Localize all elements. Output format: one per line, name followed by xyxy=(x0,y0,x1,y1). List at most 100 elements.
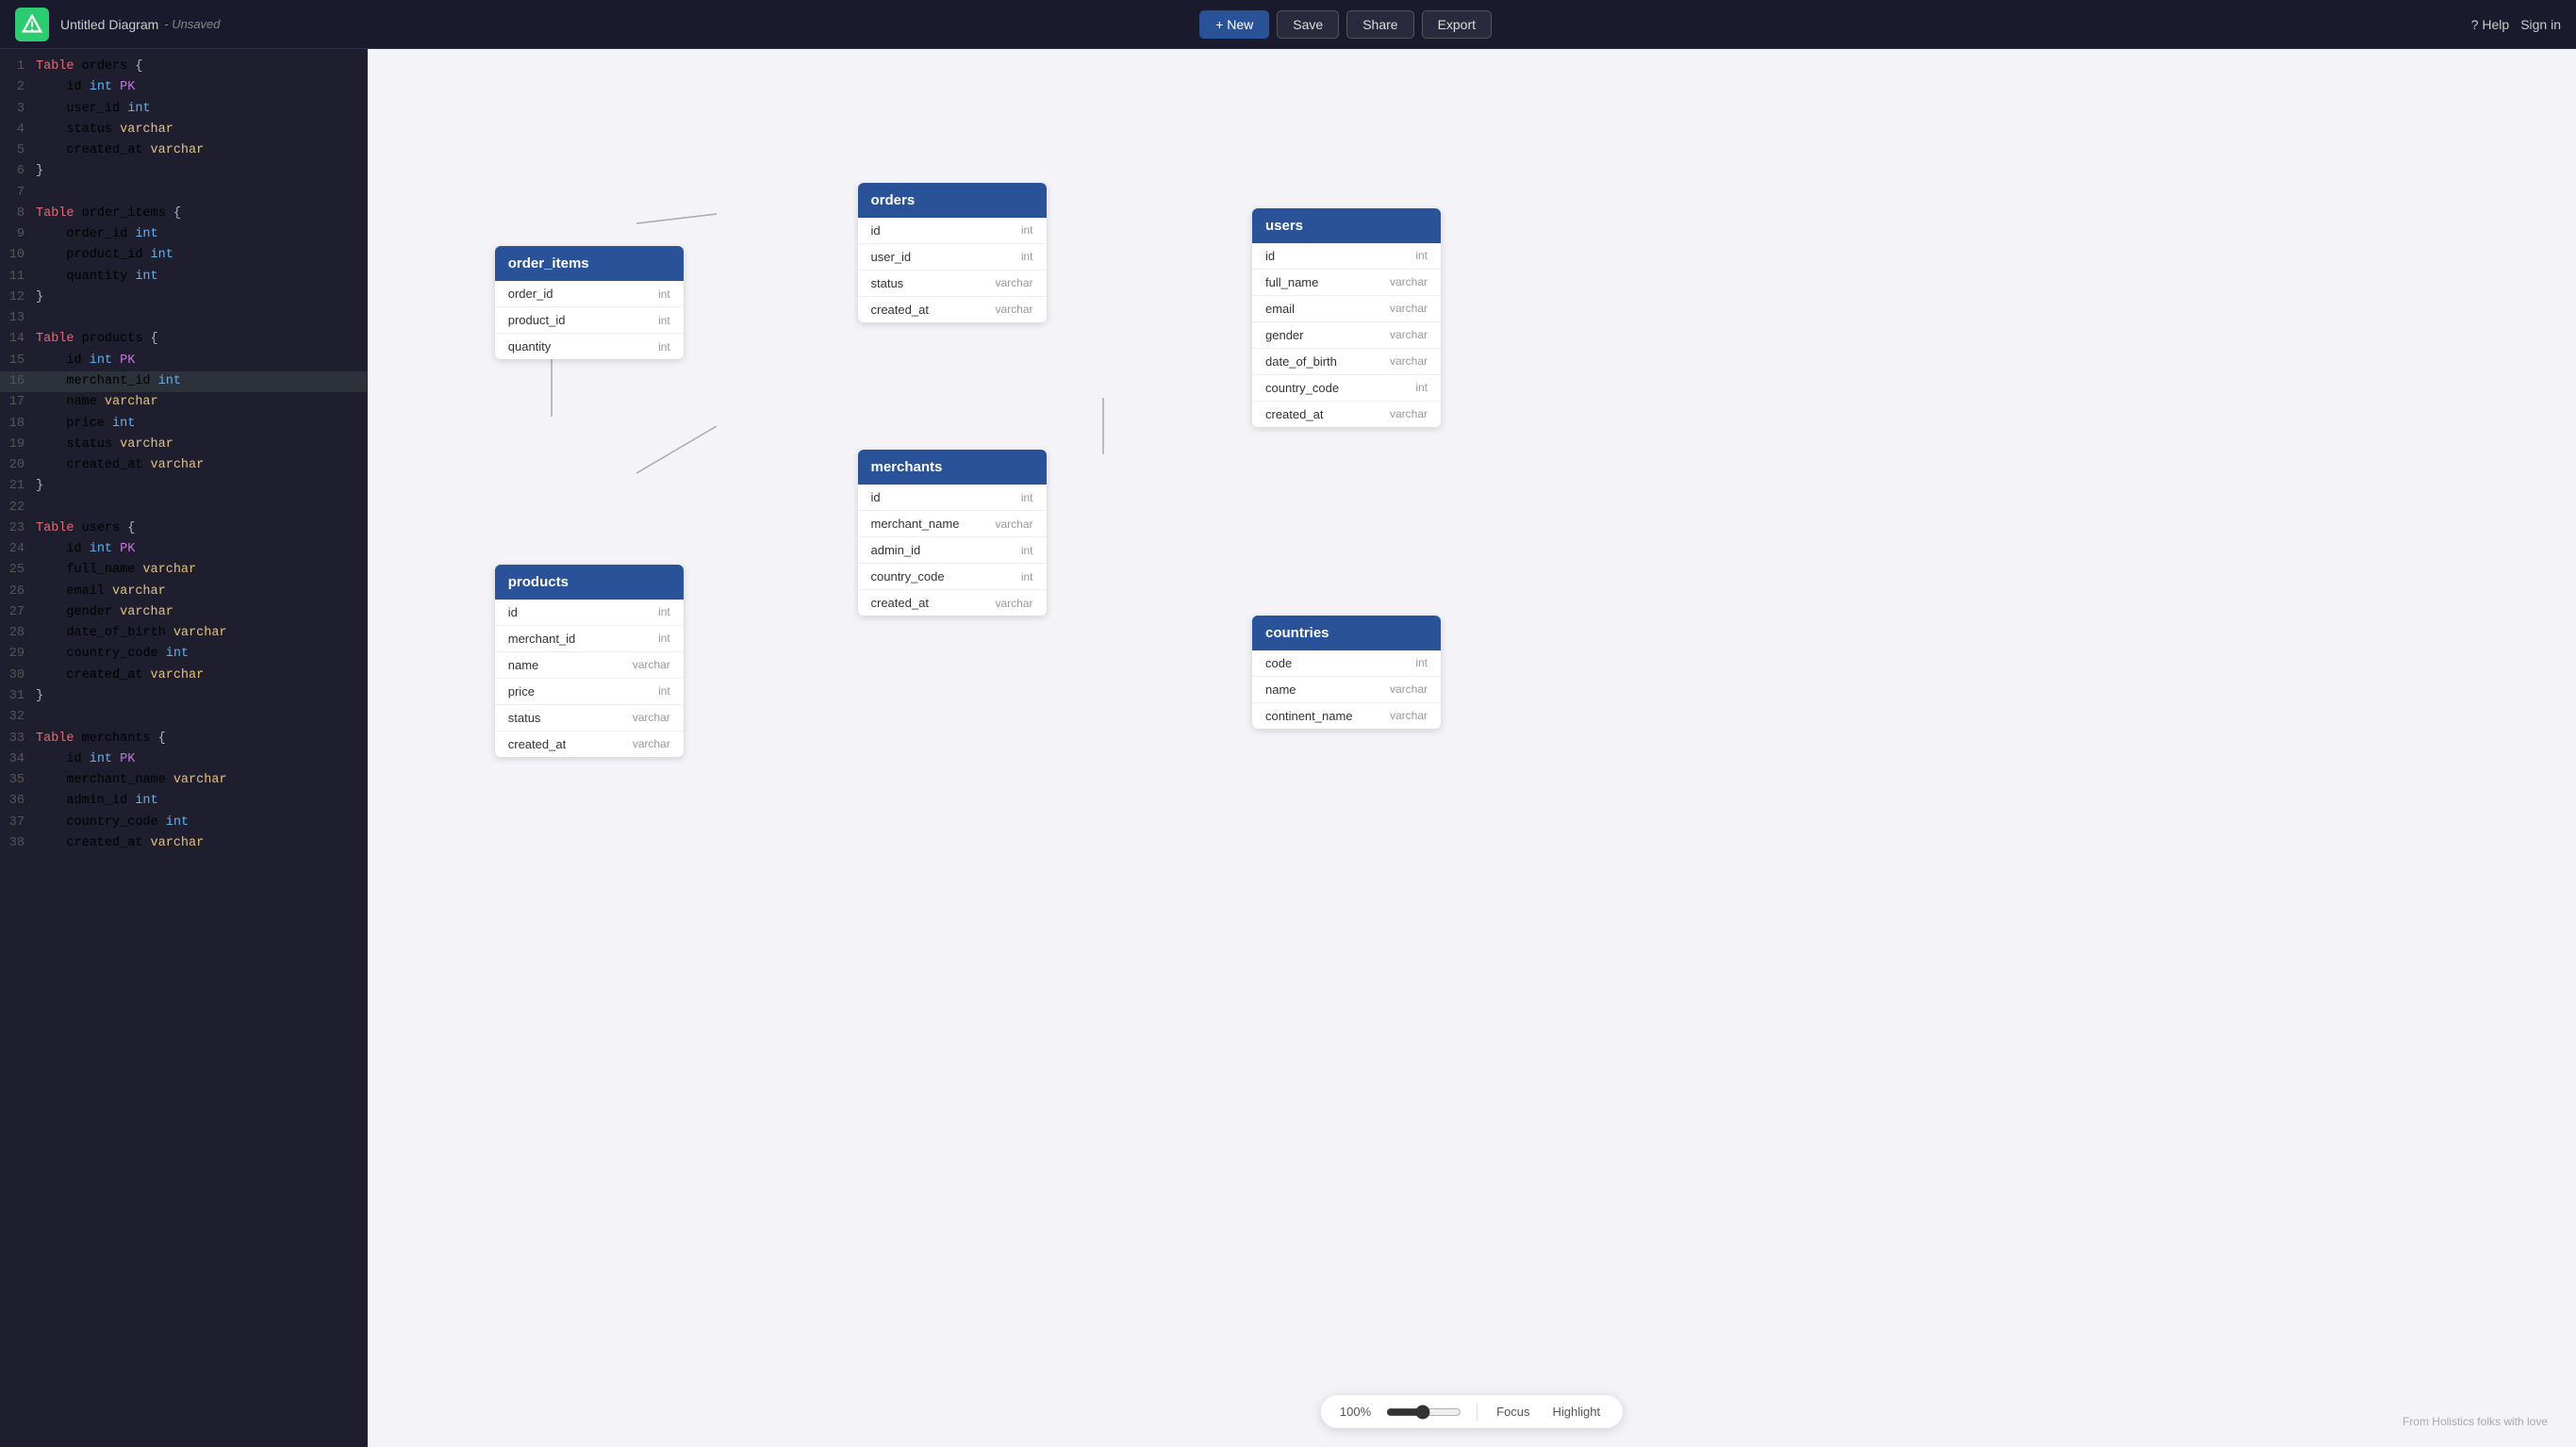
line-number: 19 xyxy=(8,435,36,455)
table-products[interactable]: productsidintmerchant_idintnamevarcharpr… xyxy=(495,565,684,757)
field-name: id xyxy=(1265,249,1275,263)
line-content: gender varchar xyxy=(36,602,359,623)
table-row: quantity int xyxy=(495,334,684,359)
line-content: country_code int xyxy=(36,813,359,833)
line-content xyxy=(36,183,359,204)
field-name: country_code xyxy=(871,569,945,584)
code-line-32: 32 xyxy=(0,707,367,728)
highlight-button[interactable]: Highlight xyxy=(1549,1403,1605,1421)
code-line-19: 19 status varchar xyxy=(0,435,367,455)
line-content: country_code int xyxy=(36,644,359,665)
line-number: 20 xyxy=(8,455,36,476)
line-number: 33 xyxy=(8,729,36,749)
code-line-1: 1Table orders { xyxy=(0,57,367,77)
code-line-2: 2 id int PK xyxy=(0,77,367,98)
field-name: created_at xyxy=(508,737,566,751)
field-name: created_at xyxy=(1265,407,1323,421)
field-name: status xyxy=(508,711,541,725)
field-type: int xyxy=(658,605,670,618)
save-button[interactable]: Save xyxy=(1277,10,1339,39)
code-line-14: 14Table products { xyxy=(0,329,367,350)
line-number: 10 xyxy=(8,245,36,266)
export-button[interactable]: Export xyxy=(1422,10,1492,39)
table-countries[interactable]: countriescodeintnamevarcharcontinent_nam… xyxy=(1252,616,1441,729)
field-name: full_name xyxy=(1265,275,1318,289)
table-row: full_namevarchar xyxy=(1252,270,1441,296)
line-content: Table users { xyxy=(36,518,359,539)
field-type: int xyxy=(1415,381,1428,394)
line-number: 37 xyxy=(8,813,36,833)
line-content xyxy=(36,308,359,329)
line-number: 30 xyxy=(8,666,36,686)
center-actions: + New Save Share Export xyxy=(1199,10,1492,39)
diagram-canvas: order_itemsorder_idintproduct_idintquant… xyxy=(368,49,1499,897)
table-order_items[interactable]: order_itemsorder_idintproduct_idintquant… xyxy=(495,246,684,359)
line-number: 6 xyxy=(8,161,36,182)
table-merchants[interactable]: merchantsidintmerchant_namevarcharadmin_… xyxy=(858,450,1047,616)
table-row: merchant_idint xyxy=(495,626,684,652)
field-name: code xyxy=(1265,656,1292,670)
line-content: product_id int xyxy=(36,245,359,266)
diagram-name[interactable]: Untitled Diagram xyxy=(60,17,158,32)
field-type: int xyxy=(658,340,670,354)
field-name: admin_id xyxy=(871,543,921,557)
signin-link[interactable]: Sign in xyxy=(2520,17,2561,32)
table-header-orders: orders xyxy=(858,183,1047,218)
code-line-16: 16 merchant_id int xyxy=(0,371,367,392)
line-number: 15 xyxy=(8,351,36,371)
code-line-15: 15 id int PK xyxy=(0,351,367,371)
line-number: 38 xyxy=(8,833,36,854)
field-name: continent_name xyxy=(1265,709,1353,723)
diagram-panel[interactable]: order_itemsorder_idintproduct_idintquant… xyxy=(368,49,2576,1447)
code-line-8: 8Table order_items { xyxy=(0,204,367,224)
share-button[interactable]: Share xyxy=(1346,10,1413,39)
line-number: 32 xyxy=(8,707,36,728)
line-number: 25 xyxy=(8,560,36,581)
code-line-5: 5 created_at varchar xyxy=(0,140,367,161)
field-name: quantity xyxy=(508,339,552,354)
table-row: created_atvarchar xyxy=(858,590,1047,616)
focus-button[interactable]: Focus xyxy=(1493,1403,1533,1421)
line-content: user_id int xyxy=(36,99,359,120)
table-row: namevarchar xyxy=(495,652,684,679)
line-content: id int PK xyxy=(36,351,359,371)
field-name: created_at xyxy=(871,596,929,610)
table-row: idint xyxy=(1252,243,1441,270)
line-number: 11 xyxy=(8,267,36,288)
new-button[interactable]: + New xyxy=(1199,10,1269,39)
line-content: order_id int xyxy=(36,224,359,245)
table-users[interactable]: usersidintfull_namevarcharemailvarcharge… xyxy=(1252,208,1441,427)
topbar: Untitled Diagram - Unsaved + New Save Sh… xyxy=(0,0,2576,49)
code-line-6: 6} xyxy=(0,161,367,182)
code-panel[interactable]: 1Table orders {2 id int PK3 user_id int4… xyxy=(0,49,368,1447)
line-number: 18 xyxy=(8,414,36,435)
line-number: 17 xyxy=(8,392,36,413)
code-line-36: 36 admin_id int xyxy=(0,791,367,812)
field-name: status xyxy=(871,276,904,290)
field-type: int xyxy=(1021,250,1033,263)
help-link[interactable]: ? Help xyxy=(2471,17,2509,32)
line-number: 4 xyxy=(8,120,36,140)
code-line-22: 22 xyxy=(0,498,367,518)
table-orders[interactable]: ordersidintuser_idintstatusvarcharcreate… xyxy=(858,183,1047,322)
bottombar-separator xyxy=(1477,1404,1478,1421)
code-line-13: 13 xyxy=(0,308,367,329)
field-type: int xyxy=(658,314,670,327)
field-type: varchar xyxy=(633,711,670,724)
field-type: int xyxy=(658,288,670,301)
field-type: int xyxy=(1021,223,1033,237)
field-type: varchar xyxy=(633,658,670,671)
table-row: priceint xyxy=(495,679,684,705)
line-content: Table products { xyxy=(36,329,359,350)
line-content: } xyxy=(36,476,359,497)
zoom-slider[interactable] xyxy=(1386,1405,1461,1420)
code-line-28: 28 date_of_birth varchar xyxy=(0,623,367,644)
table-row: country_codeint xyxy=(1252,375,1441,402)
diagram-title-area: Untitled Diagram - Unsaved xyxy=(60,17,221,32)
line-content: id int PK xyxy=(36,749,359,770)
table-header-countries: countries xyxy=(1252,616,1441,650)
code-line-20: 20 created_at varchar xyxy=(0,455,367,476)
line-content: } xyxy=(36,686,359,707)
code-line-33: 33Table merchants { xyxy=(0,729,367,749)
field-name: id xyxy=(508,605,518,619)
